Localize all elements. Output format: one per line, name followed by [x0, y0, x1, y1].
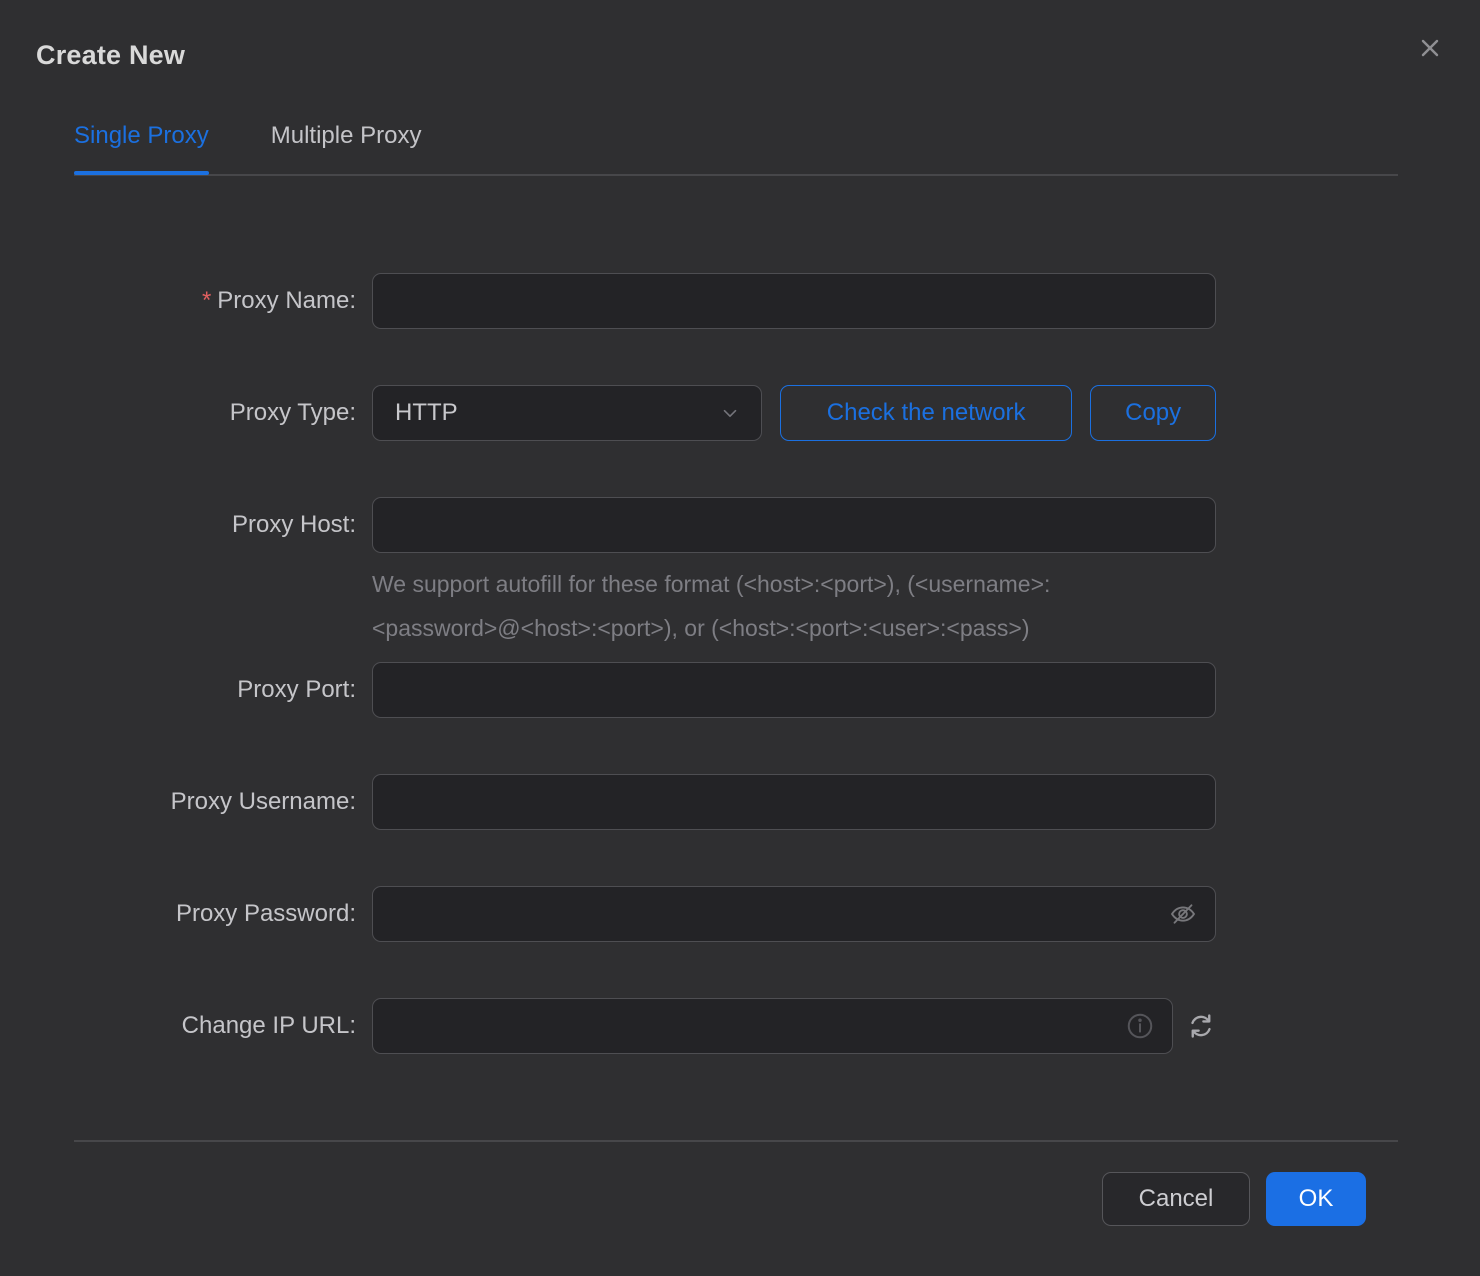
check-network-button[interactable]: Check the network — [780, 385, 1073, 441]
proxy-type-row: Proxy Type: HTTP Check the network Copy — [0, 385, 1480, 441]
helper-line-2: <password>@<host>:<port>), or (<host>:<p… — [372, 615, 1030, 641]
create-new-modal: Create New Single Proxy Multiple Proxy *… — [0, 0, 1480, 1276]
cancel-button[interactable]: Cancel — [1102, 1172, 1250, 1226]
proxy-name-input[interactable] — [372, 273, 1216, 329]
proxy-username-input[interactable] — [372, 774, 1216, 830]
tab-multiple-proxy[interactable]: Multiple Proxy — [271, 122, 422, 174]
tabs-divider — [74, 174, 1398, 176]
change-ip-url-input[interactable] — [372, 998, 1173, 1054]
close-button[interactable] — [1414, 32, 1446, 64]
proxy-password-label: Proxy Password: — [175, 900, 356, 927]
tabs-bar: Single Proxy Multiple Proxy — [74, 122, 1398, 176]
toggle-password-visibility-button[interactable] — [1168, 899, 1198, 929]
chevron-down-icon — [719, 402, 741, 424]
proxy-type-selected-value: HTTP — [395, 399, 458, 426]
proxy-name-label: * Proxy Name: — [201, 287, 356, 314]
proxy-password-row: Proxy Password: — [0, 886, 1480, 942]
proxy-host-row: Proxy Host: We support autofill for thes… — [0, 497, 1480, 650]
proxy-password-input[interactable] — [372, 886, 1216, 942]
proxy-type-select[interactable]: HTTP — [372, 385, 762, 441]
proxy-port-row: Proxy Port: — [0, 662, 1480, 718]
change-ip-url-row: Change IP URL: — [0, 998, 1480, 1054]
proxy-type-label: Proxy Type: — [229, 399, 356, 426]
copy-button[interactable]: Copy — [1090, 385, 1216, 441]
refresh-icon — [1186, 1011, 1216, 1041]
refresh-ip-button[interactable] — [1186, 1011, 1216, 1041]
proxy-host-input[interactable] — [372, 497, 1216, 553]
close-icon — [1416, 34, 1444, 62]
helper-line-1: We support autofill for these format (<h… — [372, 571, 1051, 597]
footer-divider — [74, 1140, 1398, 1142]
proxy-name-row: * Proxy Name: — [0, 273, 1480, 329]
proxy-port-label: Proxy Port: — [237, 676, 356, 703]
proxy-host-helper-text: We support autofill for these format (<h… — [372, 562, 1216, 650]
info-icon — [1125, 1011, 1155, 1041]
modal-title: Create New — [36, 40, 186, 70]
ok-button[interactable]: OK — [1266, 1172, 1366, 1226]
tab-single-proxy[interactable]: Single Proxy — [74, 122, 209, 175]
single-proxy-form: * Proxy Name: Proxy Type: HTTP Check the … — [0, 273, 1480, 1110]
required-asterisk: * — [201, 287, 212, 314]
change-ip-url-label: Change IP URL: — [181, 1012, 356, 1039]
eye-invisible-icon — [1168, 899, 1198, 929]
proxy-host-label: Proxy Host: — [231, 511, 356, 538]
proxy-port-input[interactable] — [372, 662, 1216, 718]
proxy-username-row: Proxy Username: — [0, 774, 1480, 830]
proxy-username-label: Proxy Username: — [170, 788, 356, 815]
footer-actions: Cancel OK — [1102, 1172, 1366, 1226]
